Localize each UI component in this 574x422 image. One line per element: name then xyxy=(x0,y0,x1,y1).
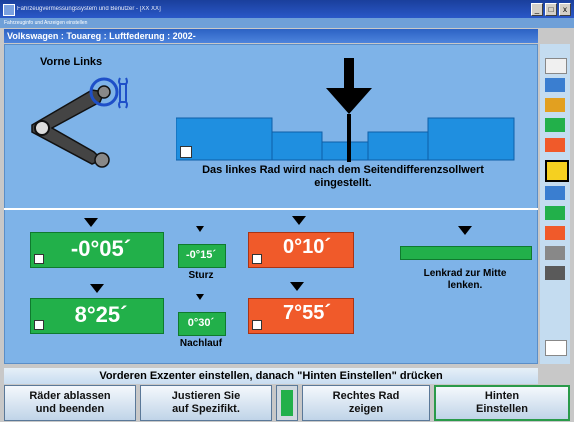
toe-arrow xyxy=(292,216,306,225)
nachlauf-value: 8°25´ xyxy=(74,302,128,327)
nachlauf-label: Nachlauf xyxy=(179,338,223,349)
sturz-arrow xyxy=(84,218,98,227)
toe2-arrow xyxy=(290,282,304,291)
sturz-value: -0°05´ xyxy=(70,236,132,261)
main-gauge xyxy=(176,58,515,162)
edit-icon[interactable] xyxy=(252,320,262,330)
steering-label: Lenkrad zur Mitte lenken. xyxy=(423,268,507,291)
wheel-icon[interactable] xyxy=(545,138,565,152)
minimize-button[interactable]: _ xyxy=(531,3,543,16)
edit-icon[interactable] xyxy=(34,320,44,330)
close-button[interactable]: x xyxy=(559,3,571,16)
show-right-wheel-button[interactable]: Rechtes Rad zeigen xyxy=(302,385,430,421)
front-icon[interactable] xyxy=(545,186,565,200)
adjustment-message: Das linkes Rad wird nach dem Seitendiffe… xyxy=(202,164,484,189)
right-toolbar xyxy=(540,44,570,364)
window-title: Fahrzeugvermessungssystem und Benutzer -… xyxy=(17,6,161,12)
set-rear-button[interactable]: Hinten Einstellen xyxy=(434,385,570,421)
adjust-spec-button[interactable]: Justieren Sie auf Spezifikt. xyxy=(140,385,272,421)
status-bar: Vorderen Exzenter einstellen, danach "Hi… xyxy=(4,368,538,384)
app-icon xyxy=(3,4,15,16)
vehicle-breadcrumb: Volkswagen : Touareg : Luftfederung : 20… xyxy=(7,31,196,41)
window-titlebar: Fahrzeugvermessungssystem und Benutzer -… xyxy=(0,0,574,18)
edit-icon[interactable] xyxy=(252,254,262,264)
lower-wheels-button[interactable]: Räder ablassen und beenden xyxy=(4,385,136,421)
subtitle-text: Fahrzeuginfo und Anzeigen einstellen xyxy=(4,20,88,26)
nachlauf-spec-arrow xyxy=(196,294,204,300)
camber-icon[interactable] xyxy=(545,78,565,92)
nachlauf-arrow xyxy=(90,284,104,293)
steering-arrow xyxy=(458,226,472,235)
next-icon[interactable] xyxy=(545,340,567,356)
subtitle-bar: Fahrzeuginfo und Anzeigen einstellen xyxy=(0,18,574,28)
edit-icon[interactable] xyxy=(34,254,44,264)
caster-icon[interactable] xyxy=(545,98,565,112)
adjust-icon[interactable] xyxy=(545,58,567,74)
sturz-spec: -0°15´ xyxy=(185,249,217,261)
sturz-spec-arrow xyxy=(196,226,204,232)
section-divider xyxy=(4,208,538,210)
sturz-label: Sturz xyxy=(188,270,214,281)
top-panel-title: Vorne Links xyxy=(40,56,103,68)
progress-indicator xyxy=(276,385,298,421)
vehicle-icon[interactable] xyxy=(545,160,569,182)
maximize-button[interactable]: □ xyxy=(545,3,557,16)
wrench-icon xyxy=(118,77,128,109)
lift-icon[interactable] xyxy=(545,226,565,240)
breadcrumb: Volkswagen : Touareg : Luftfederung : 20… xyxy=(4,29,538,43)
toe2-value: 7°55´ xyxy=(282,302,332,324)
nachlauf-spec: 0°30´ xyxy=(187,317,215,329)
edit-icon[interactable] xyxy=(180,146,192,158)
toe-value: 0°10´ xyxy=(282,236,332,258)
toe-icon[interactable] xyxy=(545,118,565,132)
rear-icon[interactable] xyxy=(545,206,565,220)
print-icon[interactable] xyxy=(545,266,565,280)
steering-icon[interactable] xyxy=(545,246,565,260)
steering-gauge xyxy=(400,246,532,260)
